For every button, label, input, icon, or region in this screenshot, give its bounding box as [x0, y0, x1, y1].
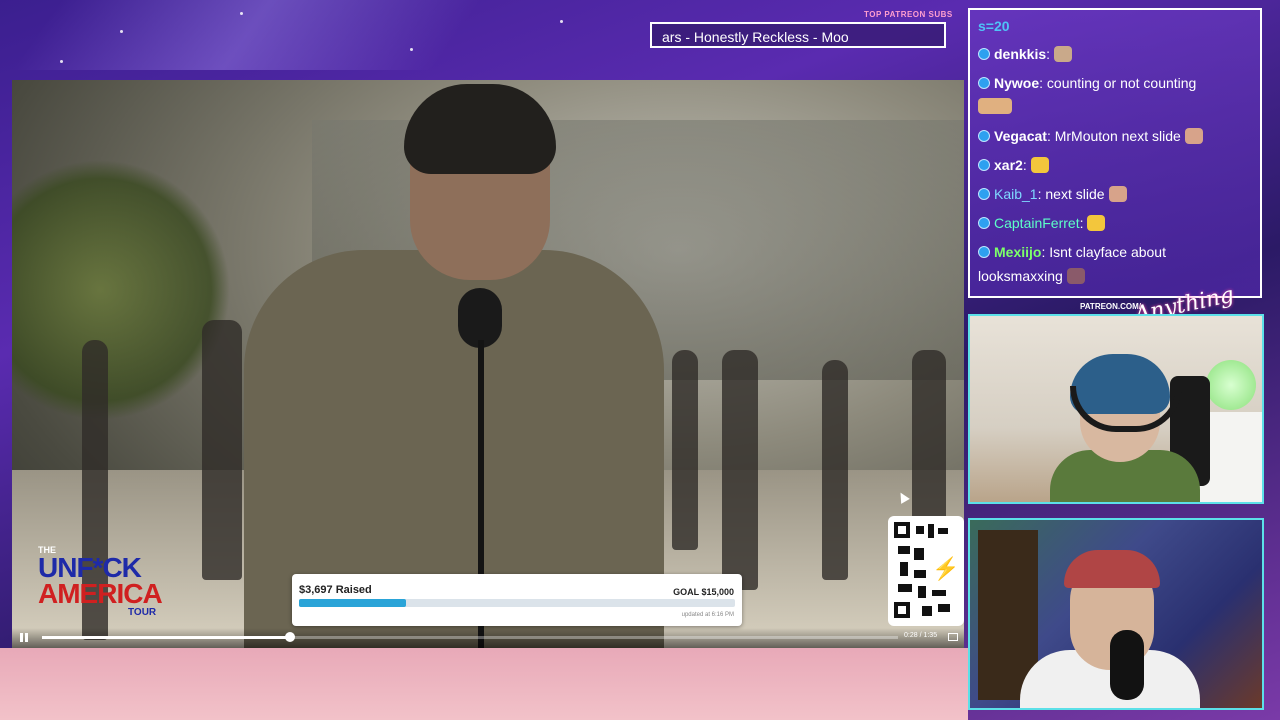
chat-emote-icon	[1087, 215, 1106, 231]
qr-cell	[916, 526, 924, 534]
star-decoration	[240, 12, 243, 15]
chat-username[interactable]: Kaib_1	[994, 186, 1038, 202]
crowd-person	[722, 350, 758, 590]
donation-progress-fill	[299, 599, 407, 607]
star-decoration	[120, 30, 123, 33]
qr-cell	[914, 548, 924, 560]
webcam-2	[968, 518, 1264, 710]
chat-message: Kaib_1: next slide	[978, 186, 1127, 202]
logo-line-3: AMERICA	[38, 578, 163, 610]
donation-widget: $3,697 Raised GOAL $15,000 updated at 6:…	[292, 574, 742, 626]
bottom-banner	[0, 648, 968, 720]
green-lamp	[1206, 360, 1256, 410]
chat-emote-icon	[978, 98, 1012, 114]
now-playing-label: TOP PATREON SUBS	[864, 10, 953, 19]
crowd-person	[822, 360, 848, 580]
donation-raised: $3,697 Raised	[299, 584, 372, 596]
chat-message: Nywoe: counting or not counting	[978, 75, 1196, 91]
streamer-2-microphone	[1110, 630, 1144, 700]
qr-cell	[898, 546, 910, 554]
chat-message-continuation	[978, 98, 1012, 114]
background-stripe	[11, 0, 489, 70]
webcam-1	[968, 314, 1264, 504]
qr-cell	[932, 590, 946, 596]
chat-message: Vegacat: MrMouton next slide	[978, 128, 1203, 144]
microphone	[458, 288, 502, 348]
time-display: 0:28 / 1:35	[904, 632, 938, 639]
chat-message: CaptainFerret:	[978, 215, 1106, 231]
chat-badge-icon	[978, 159, 990, 171]
star-decoration	[60, 60, 63, 63]
chat-message: denkkis:	[978, 46, 1073, 62]
chat-username[interactable]: CaptainFerret	[994, 215, 1080, 231]
seek-bar[interactable]	[42, 636, 898, 639]
donation-updated: updated at 6:16 PM	[681, 612, 734, 618]
chat-message: Mexiijo: Isnt clayface about	[978, 244, 1166, 260]
star-decoration	[410, 48, 413, 51]
now-playing-ticker: ars - Honestly Reckless - Moo	[650, 22, 946, 48]
lightning-bolt-icon: ⚡	[932, 556, 960, 581]
logo-line-2: UNF*CK	[38, 551, 142, 583]
qr-cell	[918, 586, 926, 598]
chat-badge-icon	[978, 217, 990, 229]
chat-username[interactable]: xar2	[994, 157, 1023, 173]
pause-icon[interactable]	[20, 633, 29, 642]
chat-message: xar2:	[978, 157, 1049, 173]
chat-badge-icon	[978, 130, 990, 142]
chat-text: Isnt clayface about	[1049, 244, 1166, 260]
seek-bar-played	[42, 636, 291, 639]
qr-finder	[894, 602, 910, 618]
chat-emote-icon	[1030, 157, 1049, 173]
donation-progress-bar	[299, 599, 735, 607]
video-player[interactable]: THE UNF*CK AMERICA TOUR $3,697 Raised GO…	[12, 80, 964, 648]
qr-cell	[928, 524, 934, 538]
chat-panel: s=20 denkkis: Nywoe: counting or not cou…	[968, 8, 1262, 298]
chat-emote-icon	[1108, 186, 1127, 202]
chat-text: counting or not counting	[1046, 75, 1197, 91]
star-decoration	[560, 20, 563, 23]
qr-cell	[922, 606, 932, 616]
chat-badge-icon	[978, 77, 990, 89]
chat-username[interactable]: Nywoe	[994, 75, 1039, 91]
streamer-2-cap	[1064, 550, 1160, 588]
chat-username[interactable]: Mexiijo	[994, 244, 1041, 260]
speaker-hair	[404, 84, 556, 174]
chat-emote-icon	[1066, 268, 1085, 284]
chat-emote-icon	[1184, 128, 1203, 144]
qr-cell	[900, 562, 908, 576]
chat-message-continuation: looksmaxxing	[978, 268, 1085, 284]
chat-badge-icon	[978, 246, 990, 258]
chat-text: MrMouton next slide	[1054, 128, 1181, 144]
video-trees	[12, 160, 232, 420]
qr-finder	[894, 522, 910, 538]
fullscreen-icon[interactable]	[948, 633, 958, 641]
chat-text: looksmaxxing	[978, 268, 1063, 284]
seek-handle[interactable]	[285, 632, 296, 642]
chat-emote-icon	[1054, 46, 1073, 62]
chat-badge-icon	[978, 48, 990, 60]
qr-code: ⚡	[888, 516, 964, 626]
chat-text: next slide	[1045, 186, 1105, 202]
donation-goal: GOAL $15,000	[673, 587, 734, 597]
qr-cell	[938, 528, 948, 534]
chat-username[interactable]: Vegacat	[994, 128, 1047, 144]
chat-badge-icon	[978, 188, 990, 200]
qr-cell	[914, 570, 926, 578]
qr-cell	[898, 584, 912, 592]
chat-username[interactable]: denkkis	[994, 46, 1046, 62]
unfuck-america-logo: THE UNF*CK AMERICA TOUR	[38, 546, 178, 617]
chat-top-line: s=20	[978, 18, 1010, 34]
crowd-person	[672, 350, 698, 550]
player-controls: 0:28 / 1:35	[12, 628, 964, 648]
crowd-person	[202, 320, 242, 580]
logo-line-4: TOUR	[128, 606, 157, 618]
qr-cell	[938, 604, 950, 612]
